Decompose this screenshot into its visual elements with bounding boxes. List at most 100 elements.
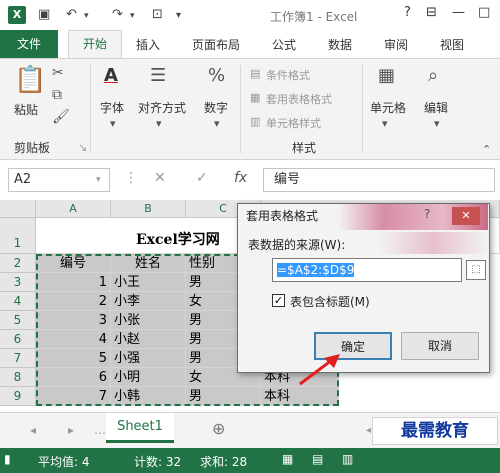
table-cell-id[interactable]: 4 bbox=[36, 330, 111, 349]
row-header-7[interactable]: 7 bbox=[0, 349, 36, 368]
table-cell-name[interactable]: 小张 bbox=[111, 311, 186, 330]
table-cell-id[interactable]: 6 bbox=[36, 368, 111, 387]
enter-icon[interactable]: ✓ bbox=[196, 170, 208, 186]
font-dropdown-icon[interactable]: ▾ bbox=[110, 117, 116, 130]
row-header-6[interactable]: 6 bbox=[0, 330, 36, 349]
table-cell-name[interactable]: 小韩 bbox=[111, 387, 186, 406]
restore-icon[interactable]: □ bbox=[478, 5, 490, 20]
column-header-b[interactable]: B bbox=[111, 200, 186, 218]
table-cell-name[interactable]: 小王 bbox=[111, 273, 186, 292]
name-box[interactable]: A2 bbox=[8, 168, 110, 192]
tab-home[interactable]: 开始 bbox=[68, 30, 122, 58]
ribbon-display-icon[interactable]: ⊟ bbox=[426, 5, 437, 20]
align-icon[interactable]: ☰ bbox=[150, 65, 166, 86]
row-header-9[interactable]: 9 bbox=[0, 387, 36, 406]
save-icon[interactable]: ▣ bbox=[38, 7, 50, 22]
dialog-close-icon[interactable]: ✕ bbox=[452, 207, 480, 225]
add-sheet-icon[interactable]: ⊕ bbox=[212, 419, 225, 438]
copy-icon[interactable]: ⧉ bbox=[52, 87, 62, 103]
more-sheets-icon[interactable]: … bbox=[94, 423, 106, 437]
table-cell-id[interactable]: 2 bbox=[36, 292, 111, 311]
hscroll-left-icon[interactable]: ◂ bbox=[366, 425, 371, 436]
sheet-tab-sheet1[interactable]: Sheet1 bbox=[106, 413, 174, 443]
select-all-corner[interactable] bbox=[0, 200, 36, 218]
table-cell-name[interactable]: 小强 bbox=[111, 349, 186, 368]
ribbon-separator bbox=[240, 65, 241, 153]
paste-button[interactable]: 粘贴 bbox=[14, 101, 38, 118]
cell-style-icon: ▥ bbox=[250, 115, 261, 128]
table-cell-gender[interactable]: 男 bbox=[186, 387, 261, 406]
font-icon[interactable]: A bbox=[104, 65, 118, 86]
scroll-right-icon[interactable]: ▸ bbox=[68, 423, 74, 437]
alignment-dropdown-icon[interactable]: ▾ bbox=[156, 117, 162, 130]
column-header-a[interactable]: A bbox=[36, 200, 111, 218]
normal-view-icon[interactable]: ▦ bbox=[282, 452, 293, 466]
table-cell-id[interactable]: 1 bbox=[36, 273, 111, 292]
table-cell-id[interactable]: 3 bbox=[36, 311, 111, 330]
number-button[interactable]: 数字 bbox=[204, 99, 228, 116]
collapse-ribbon-icon[interactable]: ⌃ bbox=[482, 143, 491, 156]
has-headers-checkbox[interactable]: ✓ bbox=[272, 294, 285, 307]
tab-file[interactable]: 文件 bbox=[0, 30, 58, 58]
cancel-icon[interactable]: ✕ bbox=[154, 170, 166, 186]
tab-formulas[interactable]: 公式 bbox=[272, 36, 296, 53]
cond-format-button[interactable]: 条件格式 bbox=[266, 67, 310, 83]
scroll-left-icon[interactable]: ◂ bbox=[30, 423, 36, 437]
customize-qat-icon[interactable]: ▾ bbox=[176, 10, 181, 21]
tab-view[interactable]: 视图 bbox=[440, 36, 464, 53]
table-cell-d[interactable]: 本科 bbox=[261, 387, 339, 406]
paste-icon[interactable]: 📋 bbox=[14, 65, 46, 95]
cut-icon[interactable]: ✂ bbox=[52, 65, 64, 81]
redo-icon[interactable]: ↷ bbox=[112, 7, 123, 22]
row-header-8[interactable]: 8 bbox=[0, 368, 36, 387]
header-cell-id[interactable]: 编号 bbox=[36, 254, 111, 273]
binoculars-icon[interactable]: ⌕ bbox=[428, 65, 438, 86]
table-format-button[interactable]: 套用表格格式 bbox=[266, 91, 332, 107]
row-header-3[interactable]: 3 bbox=[0, 273, 36, 292]
row-header-4[interactable]: 4 bbox=[0, 292, 36, 311]
cell-style-button[interactable]: 单元格样式 bbox=[266, 115, 321, 131]
header-cell-name[interactable]: 姓名 bbox=[111, 254, 186, 273]
group-styles: 样式 bbox=[292, 141, 317, 155]
tab-data[interactable]: 数据 bbox=[328, 36, 352, 53]
table-cell-name[interactable]: 小赵 bbox=[111, 330, 186, 349]
dialog-help-icon[interactable]: ? bbox=[424, 207, 430, 221]
row-header-2[interactable]: 2 bbox=[0, 254, 36, 273]
formula-input[interactable]: 编号 bbox=[263, 168, 495, 192]
undo-icon[interactable]: ↶ bbox=[66, 7, 77, 22]
cells-icon[interactable]: ▦ bbox=[378, 65, 395, 86]
undo-dropdown-icon[interactable]: ▾ bbox=[84, 11, 89, 21]
tab-insert[interactable]: 插入 bbox=[136, 36, 160, 53]
range-input[interactable]: =$A$2:$D$9 bbox=[272, 258, 462, 282]
cancel-button[interactable]: 取消 bbox=[401, 332, 479, 360]
table-cell-name[interactable]: 小李 bbox=[111, 292, 186, 311]
collapse-dialog-icon[interactable]: ⬚ bbox=[466, 260, 486, 280]
percent-icon[interactable]: % bbox=[208, 65, 225, 86]
window-title: 工作簿1 - Excel bbox=[270, 10, 358, 24]
clipboard-launcher-icon[interactable]: ↘ bbox=[78, 141, 87, 154]
name-box-dropdown-icon[interactable]: ▾ bbox=[96, 175, 101, 185]
help-icon[interactable]: ? bbox=[404, 5, 411, 20]
page-break-icon[interactable]: ▥ bbox=[342, 452, 353, 466]
format-painter-icon[interactable]: 🖌 bbox=[52, 109, 70, 125]
minimize-icon[interactable]: — bbox=[452, 5, 465, 20]
page-layout-icon[interactable]: ▤ bbox=[312, 452, 323, 466]
table-cell-name[interactable]: 小明 bbox=[111, 368, 186, 387]
insert-function-icon[interactable]: fx bbox=[234, 170, 247, 186]
has-headers-label[interactable]: 表包含标题(M) bbox=[290, 293, 370, 310]
print-preview-icon[interactable]: ⊡ bbox=[152, 7, 163, 22]
redo-dropdown-icon[interactable]: ▾ bbox=[130, 11, 135, 21]
row-header-1[interactable]: 1 bbox=[0, 218, 36, 254]
table-cell-id[interactable]: 7 bbox=[36, 387, 111, 406]
editing-button[interactable]: 编辑 bbox=[424, 99, 448, 116]
font-button[interactable]: 字体 bbox=[100, 99, 124, 116]
alignment-button[interactable]: 对齐方式 bbox=[138, 99, 186, 116]
cells-dropdown-icon[interactable]: ▾ bbox=[382, 117, 388, 130]
row-header-5[interactable]: 5 bbox=[0, 311, 36, 330]
tab-page-layout[interactable]: 页面布局 bbox=[192, 36, 240, 53]
table-cell-id[interactable]: 5 bbox=[36, 349, 111, 368]
cells-button[interactable]: 单元格 bbox=[370, 99, 406, 116]
tab-review[interactable]: 审阅 bbox=[384, 36, 408, 53]
editing-dropdown-icon[interactable]: ▾ bbox=[434, 117, 440, 130]
number-dropdown-icon[interactable]: ▾ bbox=[214, 117, 220, 130]
